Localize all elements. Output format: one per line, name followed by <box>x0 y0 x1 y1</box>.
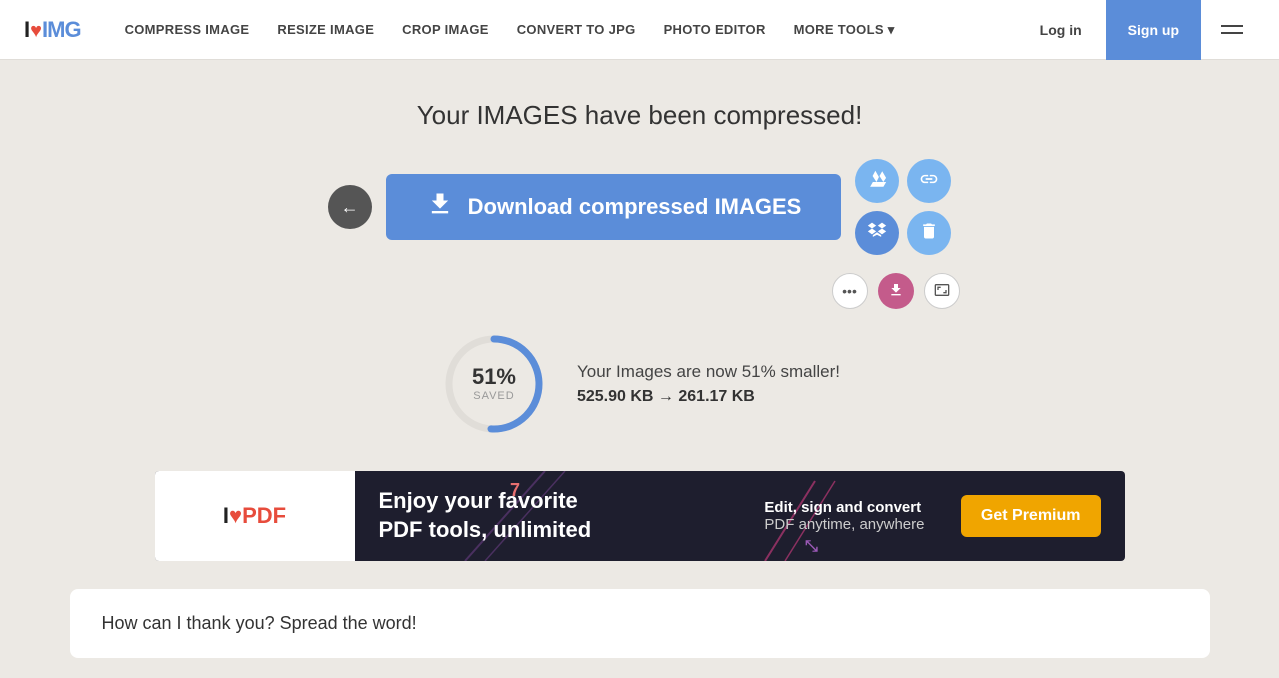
login-button[interactable]: Log in <box>1024 14 1098 46</box>
ad-right-text: Edit, sign and convert PDF anytime, anyw… <box>764 499 924 533</box>
nav-photo-editor[interactable]: PHOTO EDITOR <box>652 14 778 45</box>
download-main-button[interactable]: Download compressed IMAGES <box>386 174 842 240</box>
back-arrow-icon: ← <box>341 197 359 218</box>
stats-row: 51% SAVED Your Images are now 51% smalle… <box>439 329 840 439</box>
spread-section: How can I thank you? Spread the word! <box>70 589 1210 658</box>
hamburger-line-1 <box>1221 25 1243 27</box>
ad-banner: I♥PDF 7 ⤡ Enjoy your favorite PDF tools,… <box>155 471 1125 561</box>
nav-crop[interactable]: CROP IMAGE <box>390 14 501 45</box>
download-button-label: Download compressed IMAGES <box>468 194 802 220</box>
resize-icon <box>934 282 950 301</box>
small-download-button[interactable] <box>878 273 914 309</box>
stats-main-text: Your Images are now 51% smaller! <box>577 362 840 382</box>
download-row: ← Download compressed IMAGES <box>328 159 952 255</box>
signup-button[interactable]: Sign up <box>1106 0 1201 60</box>
navbar: I♥IMG COMPRESS IMAGE RESIZE IMAGE CROP I… <box>0 0 1279 60</box>
main-content: Your IMAGES have been compressed! ← Down… <box>0 60 1279 678</box>
dots-icon: ••• <box>842 283 857 299</box>
hamburger-line-2 <box>1221 32 1243 34</box>
hamburger-button[interactable] <box>1209 17 1255 42</box>
ad-logo: I♥PDF <box>155 471 355 561</box>
spread-title: How can I thank you? Spread the word! <box>102 613 1178 634</box>
get-premium-button[interactable]: Get Premium <box>961 495 1101 537</box>
logo-text: I♥IMG <box>24 17 81 43</box>
google-drive-button[interactable] <box>855 159 899 203</box>
drive-icon <box>866 168 888 195</box>
nav-actions: Log in Sign up <box>1024 0 1255 60</box>
copy-link-button[interactable] <box>907 159 951 203</box>
nav-compress[interactable]: COMPRESS IMAGE <box>113 14 262 45</box>
more-options-button[interactable]: ••• <box>832 273 868 309</box>
nav-more-tools[interactable]: MORE TOOLS ▾ <box>782 14 907 46</box>
small-resize-button[interactable] <box>924 273 960 309</box>
stats-description: Your Images are now 51% smaller! 525.90 … <box>577 362 840 406</box>
ad-cta: Get Premium <box>961 495 1101 537</box>
nav-convert[interactable]: CONVERT TO JPG <box>505 14 648 45</box>
page-title: Your IMAGES have been compressed! <box>417 100 863 131</box>
small-download-icon <box>888 282 904 301</box>
back-button[interactable]: ← <box>328 185 372 229</box>
download-icon <box>426 190 454 225</box>
logo-heart-icon: ♥ <box>30 20 41 42</box>
dropbox-button[interactable] <box>855 211 899 255</box>
logo[interactable]: I♥IMG <box>24 17 81 43</box>
ad-logo-text: I♥PDF <box>223 503 286 529</box>
delete-button[interactable] <box>907 211 951 255</box>
stats-sizes: 525.90 KB → 261.17 KB <box>577 388 840 406</box>
circle-text: 51% SAVED <box>472 364 516 404</box>
dropbox-icon <box>867 221 887 246</box>
circle-percent: 51% <box>472 364 516 390</box>
delete-icon <box>919 221 939 246</box>
nav-links: COMPRESS IMAGE RESIZE IMAGE CROP IMAGE C… <box>113 14 1024 46</box>
progress-circle: 51% SAVED <box>439 329 549 439</box>
action-icons-grid <box>855 159 951 255</box>
link-icon <box>919 169 939 194</box>
circle-label: SAVED <box>472 391 516 404</box>
nav-resize[interactable]: RESIZE IMAGE <box>265 14 386 45</box>
